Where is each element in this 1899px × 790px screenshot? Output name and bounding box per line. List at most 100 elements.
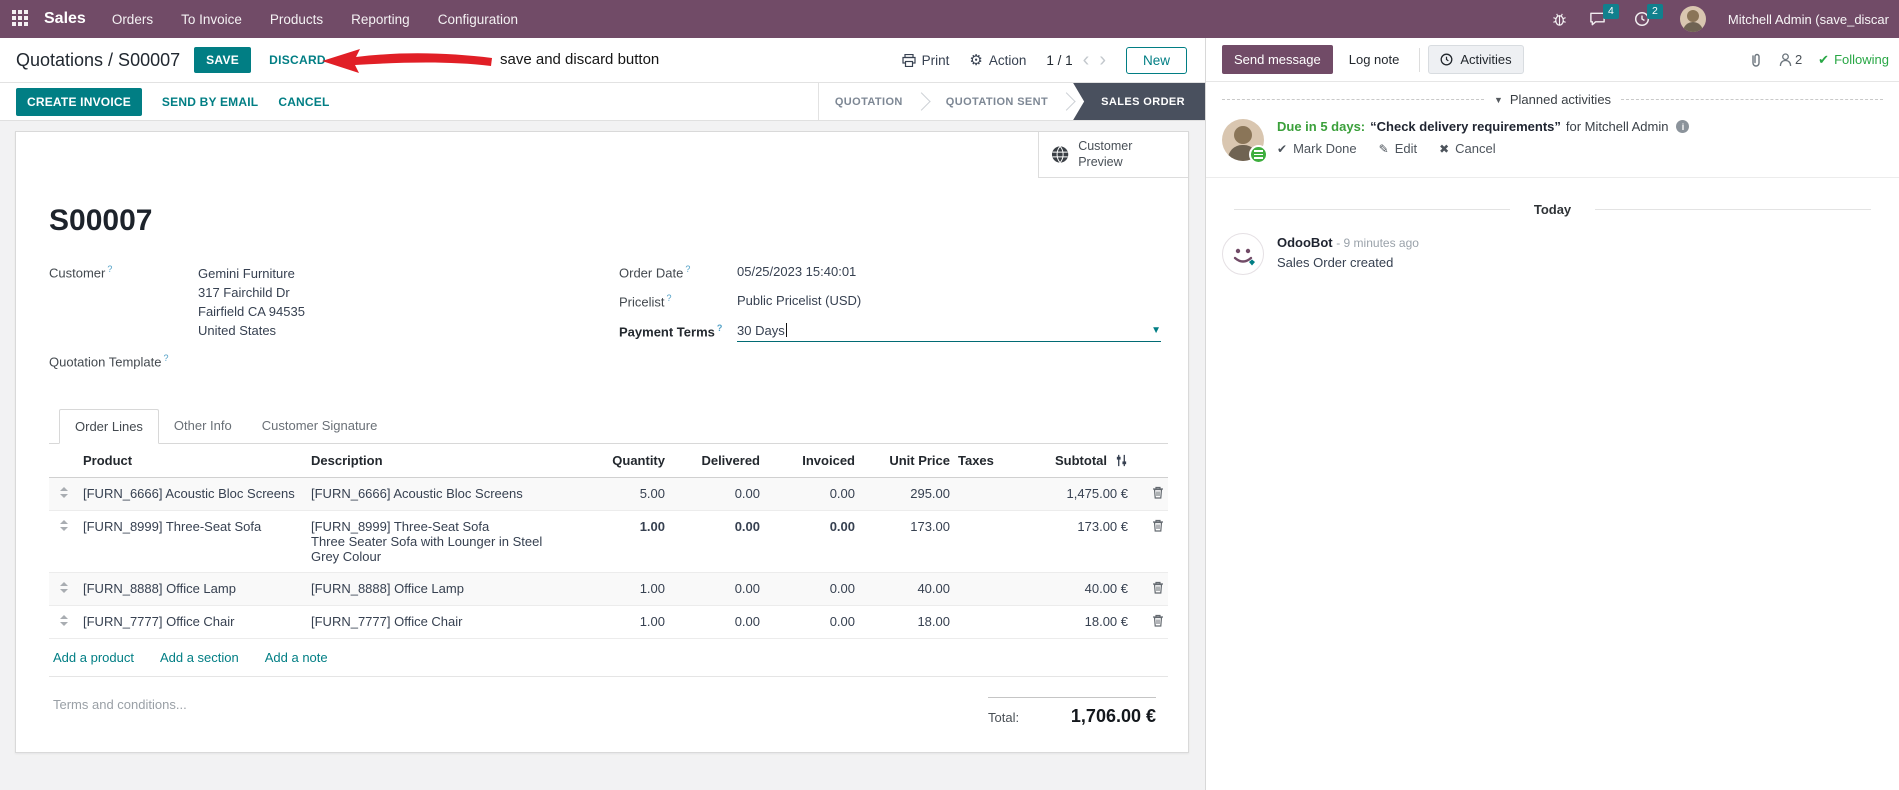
mark-done-button[interactable]: ✔ Mark Done [1277, 141, 1357, 156]
order-line-row[interactable]: [FURN_7777] Office Chair [FURN_7777] Off… [49, 605, 1168, 640]
drag-handle-icon[interactable] [49, 510, 79, 574]
cell-unit-price[interactable]: 40.00 [859, 572, 954, 607]
drag-handle-icon[interactable] [49, 605, 79, 640]
cell-taxes[interactable] [954, 572, 1014, 607]
order-line-row[interactable]: [FURN_6666] Acoustic Bloc Screens [FURN_… [49, 477, 1168, 512]
message-author[interactable]: OdooBot [1277, 235, 1333, 250]
cell-invoiced[interactable]: 0.00 [764, 572, 859, 607]
save-button[interactable]: SAVE [194, 47, 252, 73]
terms-placeholder[interactable]: Terms and conditions... [53, 697, 187, 727]
cell-quantity[interactable]: 1.00 [574, 605, 669, 640]
delete-row-icon[interactable] [1152, 614, 1164, 630]
delete-row-icon[interactable] [1152, 519, 1164, 535]
pager-next-icon[interactable]: › [1099, 50, 1106, 70]
following-button[interactable]: ✔ Following [1818, 52, 1889, 68]
new-button[interactable]: New [1125, 46, 1187, 74]
discard-button[interactable]: DISCARD [269, 53, 326, 67]
col-unit-price[interactable]: Unit Price [859, 444, 954, 479]
col-product[interactable]: Product [79, 444, 307, 479]
planned-activities-toggle[interactable]: ▼ Planned activities [1494, 92, 1611, 107]
cell-delivered[interactable]: 0.00 [669, 572, 764, 607]
cell-product[interactable]: [FURN_8888] Office Lamp [79, 572, 307, 607]
col-subtotal[interactable]: Subtotal [1055, 453, 1107, 468]
menu-configuration[interactable]: Configuration [438, 12, 518, 27]
cell-unit-price[interactable]: 295.00 [859, 477, 954, 512]
user-menu[interactable]: Mitchell Admin (save_discar [1728, 12, 1889, 27]
tab-order-lines[interactable]: Order Lines [59, 409, 159, 445]
cell-description[interactable]: [FURN_8999] Three-Seat Sofa [311, 519, 570, 534]
cell-taxes[interactable] [954, 477, 1014, 512]
activities-clock-icon[interactable]: 2 [1634, 4, 1663, 27]
cancel-activity-button[interactable]: ✖ Cancel [1439, 141, 1496, 156]
col-invoiced[interactable]: Invoiced [764, 444, 859, 479]
status-step-quotation[interactable]: QUOTATION [819, 83, 919, 120]
add-section-link[interactable]: Add a section [160, 650, 239, 665]
tab-other-info[interactable]: Other Info [159, 409, 247, 444]
menu-reporting[interactable]: Reporting [351, 12, 410, 27]
messages-icon[interactable]: 4 [1589, 4, 1619, 27]
status-step-quotation-sent[interactable]: QUOTATION SENT [930, 83, 1064, 120]
customer-preview-button[interactable]: Customer Preview [1038, 132, 1188, 178]
cell-description[interactable]: [FURN_7777] Office Chair [311, 614, 570, 629]
debug-bug-icon[interactable] [1552, 12, 1567, 27]
info-icon[interactable]: i [1676, 120, 1690, 133]
tab-customer-signature[interactable]: Customer Signature [247, 409, 393, 444]
cell-invoiced[interactable]: 0.00 [764, 477, 859, 512]
cell-invoiced[interactable]: 0.00 [764, 605, 859, 640]
drag-handle-icon[interactable] [49, 572, 79, 607]
delete-row-icon[interactable] [1152, 581, 1164, 597]
cell-product[interactable]: [FURN_7777] Office Chair [79, 605, 307, 640]
dropdown-caret-icon[interactable]: ▼ [1151, 325, 1161, 336]
order-line-row[interactable]: [FURN_8999] Three-Seat Sofa [FURN_8999] … [49, 510, 1168, 574]
pricelist-value[interactable]: Public Pricelist (USD) [737, 293, 861, 309]
col-taxes[interactable]: Taxes [954, 444, 1014, 479]
cell-quantity[interactable]: 1.00 [574, 510, 669, 574]
order-date-value[interactable]: 05/25/2023 15:40:01 [737, 264, 856, 280]
optional-columns-icon[interactable] [1115, 454, 1128, 467]
cell-product[interactable]: [FURN_8999] Three-Seat Sofa [79, 510, 307, 574]
order-line-row[interactable]: [FURN_8888] Office Lamp [FURN_8888] Offi… [49, 572, 1168, 607]
menu-products[interactable]: Products [270, 12, 323, 27]
col-quantity[interactable]: Quantity [574, 444, 669, 479]
drag-handle-icon[interactable] [49, 477, 79, 512]
log-note-button[interactable]: Log note [1337, 45, 1412, 74]
add-product-link[interactable]: Add a product [53, 650, 134, 665]
cell-unit-price[interactable]: 173.00 [859, 510, 954, 574]
payment-terms-field[interactable]: 30 Days ▼ [737, 323, 1161, 342]
col-description[interactable]: Description [307, 444, 574, 479]
customer-link[interactable]: Gemini Furniture [198, 264, 305, 283]
breadcrumb[interactable]: Quotations / S00007 [16, 50, 180, 71]
cell-invoiced[interactable]: 0.00 [764, 510, 859, 574]
cell-description[interactable]: [FURN_6666] Acoustic Bloc Screens [311, 486, 570, 501]
send-message-button[interactable]: Send message [1222, 45, 1333, 74]
cell-taxes[interactable] [954, 510, 1014, 574]
attachment-paperclip-icon[interactable] [1749, 52, 1763, 68]
apps-menu-icon[interactable] [12, 10, 30, 28]
delete-row-icon[interactable] [1152, 486, 1164, 502]
activities-button[interactable]: Activities [1428, 45, 1524, 74]
menu-to-invoice[interactable]: To Invoice [181, 12, 242, 27]
print-button[interactable]: Print [902, 53, 949, 68]
cell-taxes[interactable] [954, 605, 1014, 640]
cell-product[interactable]: [FURN_6666] Acoustic Bloc Screens [79, 477, 307, 512]
cell-delivered[interactable]: 0.00 [669, 510, 764, 574]
followers-button[interactable]: 2 [1779, 52, 1802, 67]
add-note-link[interactable]: Add a note [265, 650, 328, 665]
pager-previous-icon[interactable]: ‹ [1083, 50, 1090, 70]
cell-unit-price[interactable]: 18.00 [859, 605, 954, 640]
cell-quantity[interactable]: 1.00 [574, 572, 669, 607]
status-step-sales-order[interactable]: SALES ORDER [1073, 83, 1205, 120]
send-by-email-button[interactable]: SEND BY EMAIL [162, 95, 258, 109]
cell-quantity[interactable]: 5.00 [574, 477, 669, 512]
cancel-button[interactable]: CANCEL [278, 95, 329, 109]
odoobot-avatar[interactable] [1222, 233, 1264, 275]
user-avatar[interactable] [1679, 6, 1706, 32]
app-title[interactable]: Sales [44, 10, 86, 28]
menu-orders[interactable]: Orders [112, 12, 153, 27]
cell-description[interactable]: [FURN_8888] Office Lamp [311, 581, 570, 596]
col-delivered[interactable]: Delivered [669, 444, 764, 479]
create-invoice-button[interactable]: CREATE INVOICE [16, 87, 142, 116]
cell-delivered[interactable]: 0.00 [669, 477, 764, 512]
action-menu-button[interactable]: ⚙ Action [969, 53, 1026, 68]
edit-activity-button[interactable]: ✎ Edit [1379, 141, 1417, 156]
